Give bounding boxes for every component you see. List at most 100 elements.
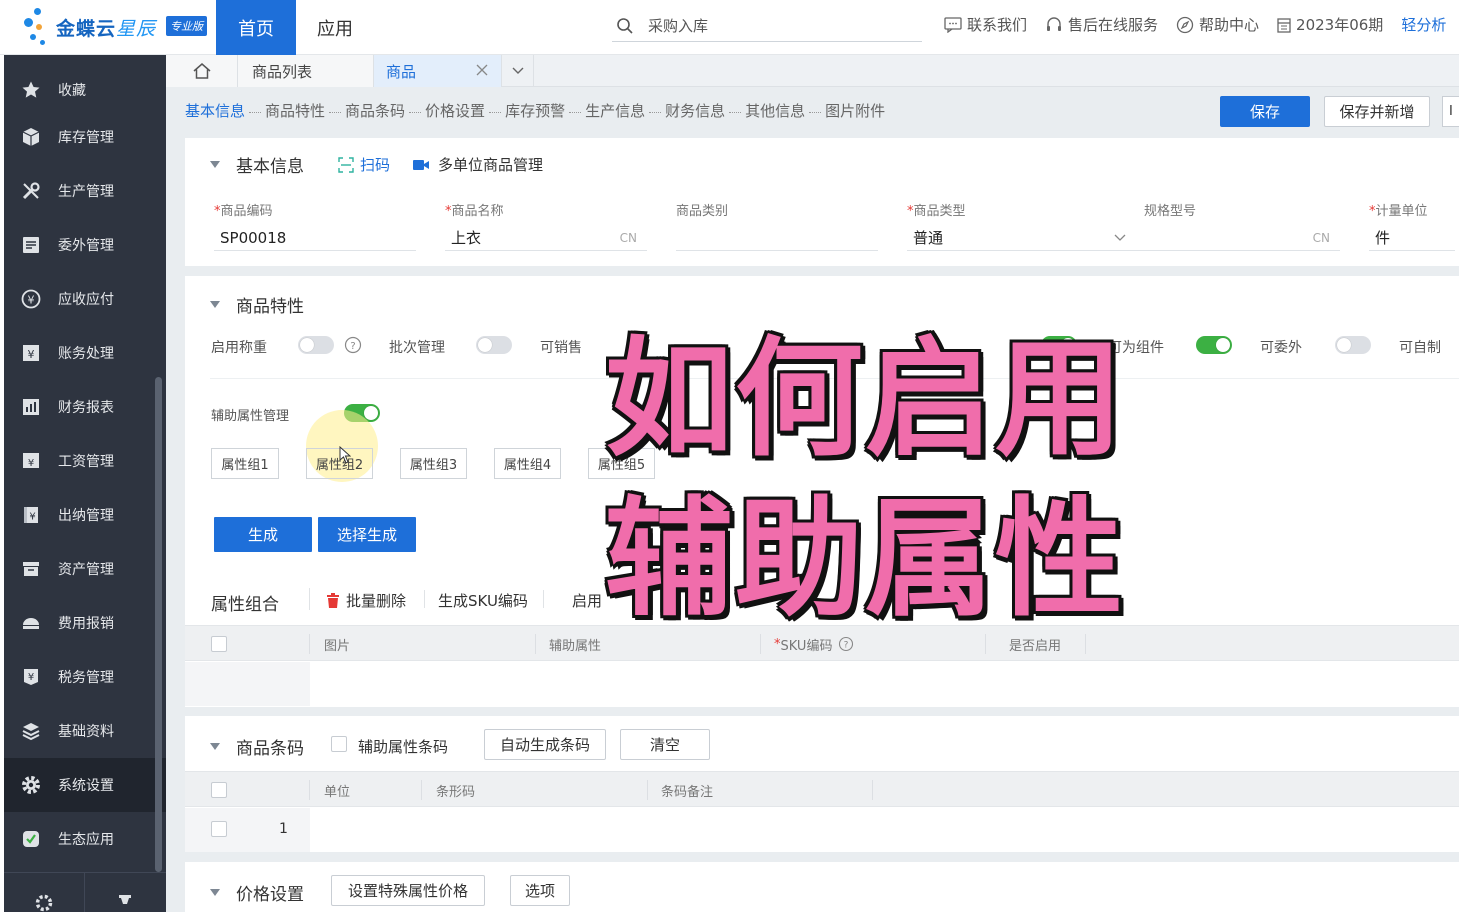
close-icon[interactable] xyxy=(475,63,489,77)
select-all-checkbox[interactable] xyxy=(211,636,227,652)
nav-home-tab[interactable]: 首页 xyxy=(216,0,296,55)
column-header-aux-attr[interactable]: 辅助属性 xyxy=(549,626,601,662)
sidebar-item-assets[interactable]: 资产管理 xyxy=(4,542,166,596)
anchor-features[interactable]: 商品特性 xyxy=(265,100,325,121)
sidebar-item-accounting[interactable]: ¥ 账务处理 xyxy=(4,326,166,380)
attr-group-3-button[interactable]: 属性组3 xyxy=(400,448,467,479)
generate-sku-button[interactable]: 生成SKU编码 xyxy=(438,590,528,611)
batch-toggle[interactable] xyxy=(476,336,512,354)
yen-circle-icon: ¥ xyxy=(20,288,42,310)
price-title[interactable]: 价格设置 xyxy=(210,880,304,905)
anchor-attachments[interactable]: 图片附件 xyxy=(825,100,885,121)
column-header-barcode[interactable]: 条形码 xyxy=(436,772,475,808)
auto-generate-barcode-button[interactable]: 自动生成条码 xyxy=(484,729,606,760)
column-header-unit[interactable]: 单位 xyxy=(324,772,350,808)
sidebar-item-master-data[interactable]: 基础资料 xyxy=(4,704,166,758)
sidebar-item-production[interactable]: 生产管理 xyxy=(4,164,166,218)
product-type-select[interactable]: 普通 xyxy=(907,225,1139,251)
select-all-checkbox[interactable] xyxy=(211,782,227,798)
weighing-label: 启用称重 xyxy=(211,340,267,356)
sidebar-scrollbar[interactable] xyxy=(155,377,162,872)
global-search[interactable]: 采购入库 xyxy=(612,10,922,42)
help-icon[interactable]: ? xyxy=(838,636,854,652)
row-checkbox[interactable] xyxy=(211,821,227,837)
empty-row-gutter xyxy=(185,662,310,706)
help-icon[interactable]: ? xyxy=(344,336,362,354)
save-and-new-button[interactable]: 保存并新增 xyxy=(1324,96,1430,127)
enable-button[interactable]: 启用 xyxy=(572,590,602,611)
help-center-link[interactable]: 帮助中心 xyxy=(1176,14,1259,35)
weighing-toggle[interactable] xyxy=(298,336,334,354)
anchor-stock-alert[interactable]: 库存预警 xyxy=(505,100,565,121)
unit-input[interactable]: 件 xyxy=(1369,225,1455,251)
language-tag[interactable]: CN xyxy=(620,231,637,245)
batch-delete-button[interactable]: 批量删除 xyxy=(326,590,406,611)
sidebar-item-favorites[interactable]: 收藏 xyxy=(4,63,166,117)
sidebar-item-outsourcing[interactable]: 委外管理 xyxy=(4,218,166,272)
special-attr-price-button[interactable]: 设置特殊属性价格 xyxy=(331,875,485,906)
product-code-input[interactable]: SP00018 xyxy=(214,225,416,251)
select-generate-button[interactable]: 选择生成 xyxy=(318,517,416,552)
language-tag[interactable]: CN xyxy=(1313,231,1330,245)
column-header-barcode-note[interactable]: 条码备注 xyxy=(661,772,713,808)
sidebar-item-cashier[interactable]: ¥ 出纳管理 xyxy=(4,488,166,542)
sidebar-item-payroll[interactable]: ¥ 工资管理 xyxy=(4,434,166,488)
clear-button[interactable]: 清空 xyxy=(620,729,710,760)
aux-barcode-checkbox[interactable] xyxy=(331,736,347,752)
sidebar-item-label: 工资管理 xyxy=(58,454,114,470)
save-button[interactable]: 保存 xyxy=(1220,96,1310,127)
after-sales-link[interactable]: 售后在线服务 xyxy=(1045,14,1158,35)
sidebar-item-receivables[interactable]: ¥ 应收应付 xyxy=(4,272,166,326)
features-title[interactable]: 商品特性 xyxy=(210,292,304,317)
aux-attr-label: 辅助属性管理 xyxy=(211,409,290,424)
sidebar-item-system-settings[interactable]: 系统设置 xyxy=(4,758,166,812)
attr-group-1-button[interactable]: 属性组1 xyxy=(211,448,279,479)
tab-product-list[interactable]: 商品列表 xyxy=(238,55,374,87)
tab-product[interactable]: 商品 xyxy=(374,55,502,87)
tab-more-button[interactable] xyxy=(502,55,534,87)
component-toggle[interactable] xyxy=(1196,336,1232,354)
self-made-label: 可自制 xyxy=(1399,340,1441,356)
attr-combo-title: 属性组合 xyxy=(211,595,279,615)
generate-button[interactable]: 生成 xyxy=(214,517,312,552)
period-selector[interactable]: 2023年06期 xyxy=(1277,14,1383,35)
scan-button[interactable]: 扫码 xyxy=(338,154,390,175)
settings-gear-icon[interactable] xyxy=(34,893,54,912)
tab-home[interactable] xyxy=(166,55,238,87)
sidebar-item-financial-reports[interactable]: 财务报表 xyxy=(4,380,166,434)
sidebar-item-inventory[interactable]: 库存管理 xyxy=(4,110,166,164)
multi-unit-button[interactable]: 多单位商品管理 xyxy=(412,154,543,175)
light-analysis-link[interactable]: 轻分析 xyxy=(1401,14,1446,35)
anchor-barcode[interactable]: 商品条码 xyxy=(345,100,405,121)
column-header-image[interactable]: 图片 xyxy=(324,626,350,662)
more-toolbar-button[interactable]: I xyxy=(1442,96,1459,127)
tax-icon: ¥ xyxy=(20,666,42,688)
anchor-basic-info[interactable]: 基本信息 xyxy=(185,100,245,121)
sidebar-item-label: 生产管理 xyxy=(58,184,114,200)
options-button[interactable]: 选项 xyxy=(510,875,570,906)
sidebar-item-label: 资产管理 xyxy=(58,562,114,578)
barcode-title[interactable]: 商品条码 xyxy=(210,734,304,759)
product-category-input[interactable] xyxy=(676,225,878,251)
app-logo[interactable]: 金蝶云星辰 专业版 xyxy=(22,8,212,46)
attr-group-4-button[interactable]: 属性组4 xyxy=(494,448,561,479)
gear-icon xyxy=(20,774,42,796)
tab-label: 商品 xyxy=(386,62,417,81)
anchor-production[interactable]: 生产信息 xyxy=(585,100,645,121)
outsource-toggle[interactable] xyxy=(1335,336,1371,354)
sidebar-item-expenses[interactable]: 费用报销 xyxy=(4,596,166,650)
product-name-input[interactable]: 上衣 CN xyxy=(445,225,647,251)
basic-info-title[interactable]: 基本信息 xyxy=(210,152,304,177)
anchor-other[interactable]: 其他信息 xyxy=(745,100,805,121)
anchor-price[interactable]: 价格设置 xyxy=(425,100,485,121)
sidebar-item-label: 系统设置 xyxy=(58,778,114,794)
chevron-down-icon xyxy=(512,67,523,74)
sidebar-item-tax[interactable]: ¥ 税务管理 xyxy=(4,650,166,704)
search-icon xyxy=(617,17,633,34)
contact-us-link[interactable]: 联系我们 xyxy=(944,14,1027,35)
sidebar-item-eco-apps[interactable]: 生态应用 xyxy=(4,812,166,866)
anchor-finance[interactable]: 财务信息 xyxy=(665,100,725,121)
pin-icon[interactable] xyxy=(116,893,134,911)
spec-model-input[interactable]: CN xyxy=(1138,225,1340,251)
nav-app-tab[interactable]: 应用 xyxy=(296,0,374,55)
